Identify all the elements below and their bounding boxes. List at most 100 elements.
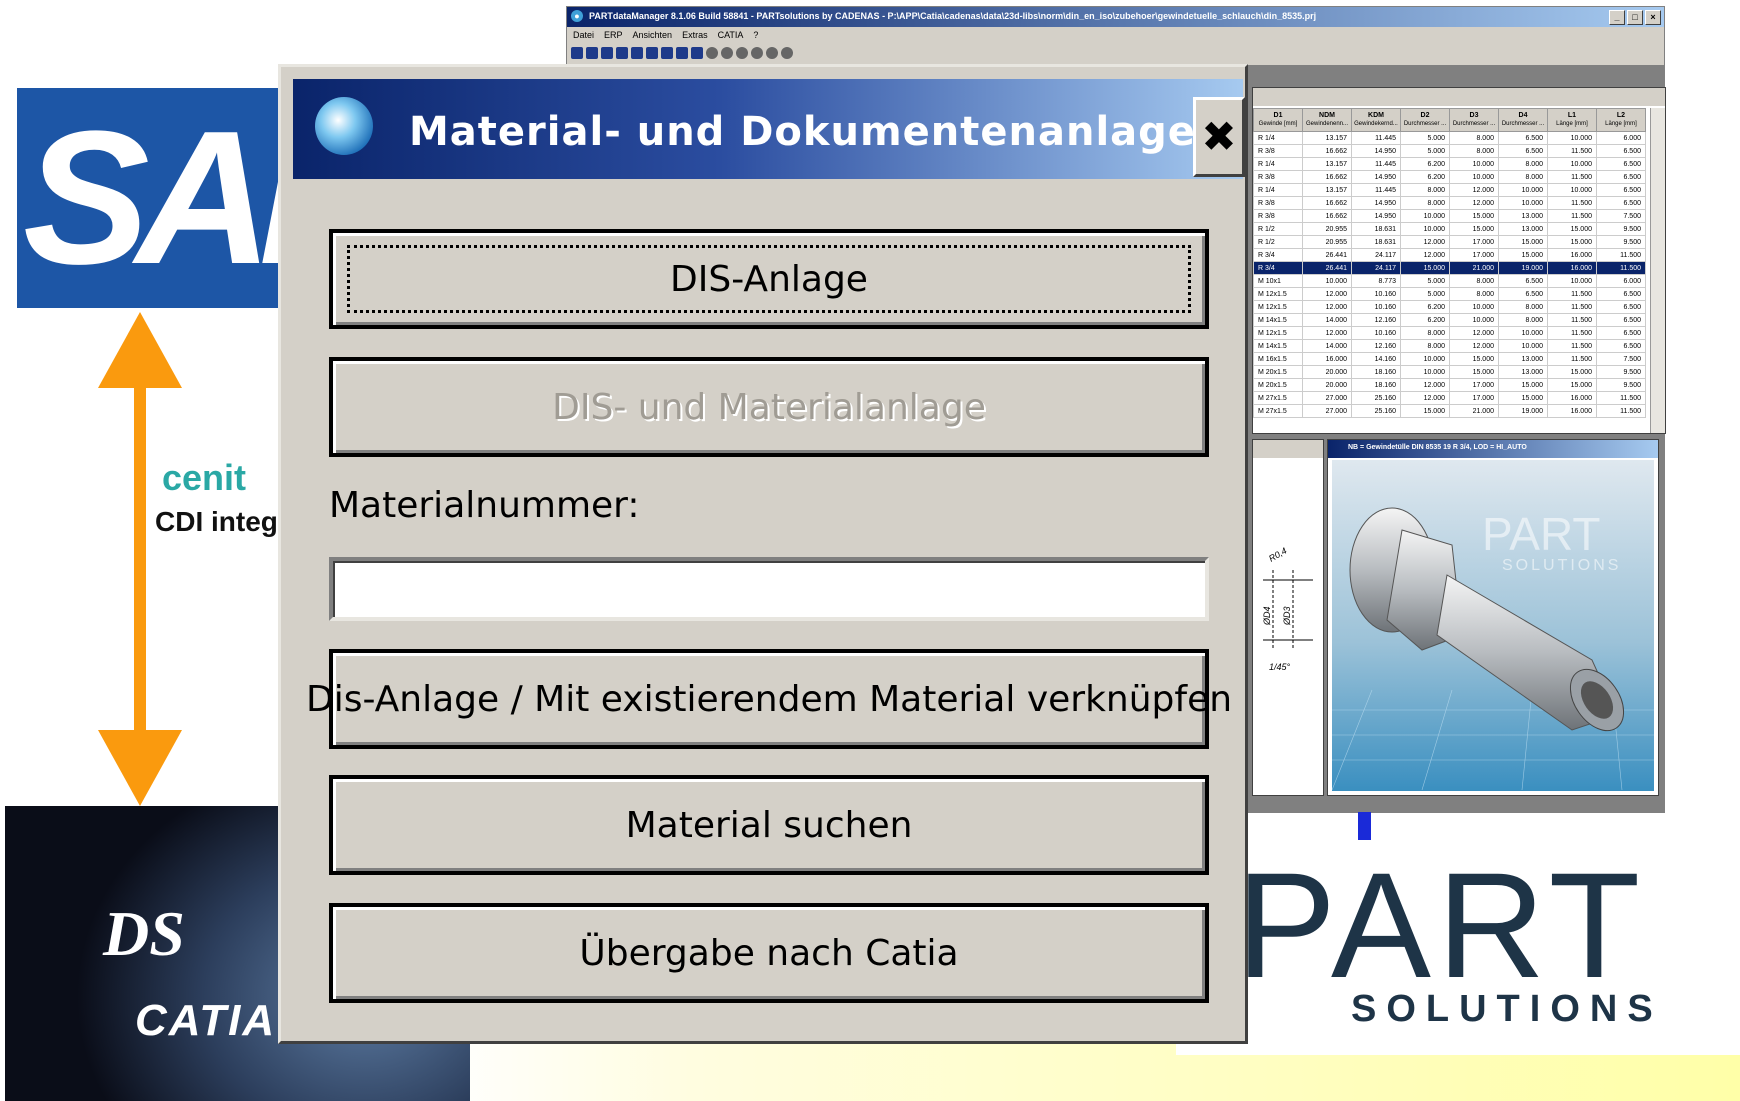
- table-row[interactable]: R 3/4 26.441 24.117 12.000 17.000 15.000 16.00…: [1253, 248, 1646, 262]
- table-cell: 13.157: [1302, 131, 1352, 145]
- column-header[interactable]: D2 Durchmesser ...: [1400, 108, 1450, 132]
- minimize-button[interactable]: _: [1609, 10, 1625, 25]
- table-cell: R 1/2: [1253, 235, 1303, 249]
- table-cell: 13.157: [1302, 183, 1352, 197]
- table-cell: 10.000: [1498, 339, 1548, 353]
- table-row[interactable]: M 20x1.5 20.000 18.160 10.000 15.000 13.000 15…: [1253, 365, 1646, 379]
- menu-item[interactable]: ?: [753, 27, 758, 43]
- table-row[interactable]: R 3/8 16.662 14.950 10.000 15.000 13.000 11.50…: [1253, 209, 1646, 223]
- cenit-logo-text: cenit: [162, 457, 247, 498]
- table-row[interactable]: M 10x1 10.000 8.773 5.000 8.000 6.500 10.000 6.…: [1253, 274, 1646, 288]
- dis-anlage-button[interactable]: DIS-Anlage: [329, 229, 1209, 329]
- table-cell: 10.000: [1449, 300, 1499, 314]
- toolbar-button-icon[interactable]: [571, 47, 583, 59]
- table-row[interactable]: R 1/2 20.955 18.631 10.000 15.000 13.000 15.00…: [1253, 222, 1646, 236]
- column-header[interactable]: L1 Länge [mm]: [1547, 108, 1597, 132]
- column-name: KDM: [1368, 112, 1384, 119]
- table-row[interactable]: R 3/8 16.662 14.950 5.000 8.000 6.500 11.500 6.…: [1253, 144, 1646, 158]
- column-header[interactable]: D4 Durchmesser ...: [1498, 108, 1548, 132]
- toolbar-button-icon[interactable]: [751, 47, 763, 59]
- material-number-input[interactable]: [329, 557, 1209, 621]
- toolbar-button-icon[interactable]: [676, 47, 688, 59]
- table-cell: 10.160: [1351, 287, 1401, 301]
- table-row[interactable]: M 12x1.5 12.000 10.160 6.200 10.000 8.000 11.5…: [1253, 300, 1646, 314]
- table-cell: 6.500: [1596, 300, 1646, 314]
- table-cell: 12.000: [1400, 378, 1450, 392]
- column-header[interactable]: NDM Gewindenenn...: [1302, 108, 1352, 132]
- menu-item[interactable]: Extras: [682, 27, 708, 43]
- table-cell: 6.500: [1498, 274, 1548, 288]
- table-cell: 12.000: [1302, 300, 1352, 314]
- table-row[interactable]: R 1/2 20.955 18.631 12.000 17.000 15.000 15.00…: [1253, 235, 1646, 249]
- table-cell: 12.000: [1400, 391, 1450, 405]
- table-cell: 20.955: [1302, 222, 1352, 236]
- table-row[interactable]: R 1/4 13.157 11.445 5.000 8.000 6.500 10.000 6.…: [1253, 131, 1646, 145]
- table-cell: 14.950: [1351, 170, 1401, 184]
- table-row[interactable]: R 3/8 16.662 14.950 8.000 12.000 10.000 11.500…: [1253, 196, 1646, 210]
- table-cell: 11.500: [1596, 261, 1646, 275]
- close-button[interactable]: ×: [1645, 10, 1661, 25]
- table-cell: 11.500: [1596, 248, 1646, 262]
- table-cell: 14.950: [1351, 209, 1401, 223]
- link-existing-material-button[interactable]: Dis-Anlage / Mit existierendem Material …: [306, 649, 1232, 749]
- menu-item[interactable]: Ansichten: [633, 27, 673, 43]
- column-header[interactable]: L2 Länge [mm]: [1596, 108, 1646, 132]
- table-row[interactable]: M 14x1.5 14.000 12.160 8.000 12.000 10.000 11.…: [1253, 339, 1646, 353]
- table-cell: 10.160: [1351, 326, 1401, 340]
- table-scrollbar[interactable]: [1650, 108, 1665, 433]
- menu-item[interactable]: CATIA: [718, 27, 744, 43]
- table-row[interactable]: M 27x1.5 27.000 25.160 15.000 21.000 19.000 16…: [1253, 404, 1646, 418]
- toolbar-button-icon[interactable]: [646, 47, 658, 59]
- toolbar-button-icon[interactable]: [631, 47, 643, 59]
- table-row[interactable]: R 3/4 26.441 24.117 15.000 21.000 19.000 16.00…: [1253, 261, 1646, 275]
- dialog-close-button[interactable]: ✖: [1193, 97, 1245, 177]
- table-cell: 10.000: [1302, 274, 1352, 288]
- table-cell: 11.500: [1547, 196, 1597, 210]
- table-cell: 11.445: [1351, 183, 1401, 197]
- table-cell: 10.000: [1498, 326, 1548, 340]
- toolbar-button-icon[interactable]: [721, 47, 733, 59]
- search-material-button[interactable]: Material suchen: [329, 775, 1209, 875]
- table-row[interactable]: M 12x1.5 12.000 10.160 5.000 8.000 6.500 11.50…: [1253, 287, 1646, 301]
- toolbar-button-icon[interactable]: [601, 47, 613, 59]
- table-row[interactable]: M 14x1.5 14.000 12.160 6.200 10.000 8.000 11.5…: [1253, 313, 1646, 327]
- table-row[interactable]: M 16x1.5 16.000 14.160 10.000 15.000 13.000 11…: [1253, 352, 1646, 366]
- column-name: D3: [1469, 112, 1479, 119]
- column-header[interactable]: D3 Durchmesser ...: [1449, 108, 1499, 132]
- table-cell: 5.000: [1400, 287, 1450, 301]
- table-row[interactable]: M 12x1.5 12.000 10.160 8.000 12.000 10.000 11.…: [1253, 326, 1646, 340]
- toolbar-button-icon[interactable]: [586, 47, 598, 59]
- menu-item[interactable]: Datei: [573, 27, 594, 43]
- toolbar-button-icon[interactable]: [766, 47, 778, 59]
- transfer-to-catia-button[interactable]: Übergabe nach Catia: [329, 903, 1209, 1003]
- table-cell: 6.500: [1596, 157, 1646, 171]
- toolbar-button-icon[interactable]: [616, 47, 628, 59]
- maximize-button[interactable]: □: [1627, 10, 1643, 25]
- table-cell: 17.000: [1449, 378, 1499, 392]
- dis-material-button[interactable]: DIS- und Materialanlage: [329, 357, 1209, 457]
- table-cell: 10.000: [1400, 352, 1450, 366]
- view-watermark-sub: SOLUTIONS: [1502, 557, 1621, 574]
- toolbar-button-icon[interactable]: [661, 47, 673, 59]
- table-row[interactable]: R 1/4 13.157 11.445 6.200 10.000 8.000 10.000 6…: [1253, 157, 1646, 171]
- table-cell: 6.500: [1596, 339, 1646, 353]
- 3d-view-canvas[interactable]: PART SOLUTIONS: [1332, 460, 1654, 791]
- toolbar-button-icon[interactable]: [691, 47, 703, 59]
- column-header[interactable]: KDM Gewindekernd...: [1351, 108, 1401, 132]
- table-row[interactable]: R 1/4 13.157 11.445 8.000 12.000 10.000 10.000…: [1253, 183, 1646, 197]
- table-row[interactable]: R 3/8 16.662 14.950 6.200 10.000 8.000 11.500 6…: [1253, 170, 1646, 184]
- drawing-label: ØD3: [1282, 606, 1292, 626]
- menu-item[interactable]: ERP: [604, 27, 623, 43]
- table-cell: 11.500: [1596, 404, 1646, 418]
- toolbar-button-icon[interactable]: [736, 47, 748, 59]
- table-cell: R 3/8: [1253, 196, 1303, 210]
- bidirectional-arrow-shaft: [134, 350, 146, 770]
- table-row[interactable]: M 27x1.5 27.000 25.160 12.000 17.000 15.000 16…: [1253, 391, 1646, 405]
- toolbar-button-icon[interactable]: [706, 47, 718, 59]
- table-row[interactable]: M 20x1.5 20.000 18.160 12.000 17.000 15.000 15…: [1253, 378, 1646, 392]
- toolbar-button-icon[interactable]: [781, 47, 793, 59]
- column-header[interactable]: D1 Gewinde [mm]: [1253, 108, 1303, 132]
- table-cell: 8.000: [1400, 183, 1450, 197]
- table-cell: R 1/2: [1253, 222, 1303, 236]
- table-cell: 8.000: [1449, 274, 1499, 288]
